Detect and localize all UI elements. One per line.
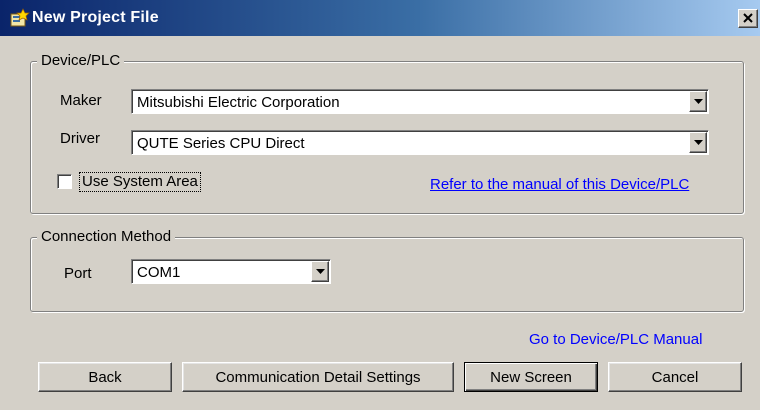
back-button[interactable]: Back <box>38 362 172 392</box>
maker-dropdown-arrow[interactable] <box>689 91 707 112</box>
go-to-manual-link[interactable]: Go to Device/PLC Manual <box>529 331 702 348</box>
port-dropdown-arrow[interactable] <box>311 261 329 282</box>
new-screen-button[interactable]: New Screen <box>464 362 598 392</box>
project-file-icon <box>8 8 30 28</box>
maker-dropdown[interactable]: Mitsubishi Electric Corporation <box>131 89 709 114</box>
use-system-area-label[interactable]: Use System Area <box>79 172 201 192</box>
driver-label: Driver <box>60 130 100 147</box>
close-button[interactable] <box>738 9 758 28</box>
device-plc-legend: Device/PLC <box>37 52 125 69</box>
use-system-area-checkbox[interactable] <box>57 174 72 189</box>
maker-label: Maker <box>60 92 102 109</box>
new-project-file-dialog: New Project File Device/PLC Maker Mitsub… <box>0 0 760 410</box>
driver-dropdown-arrow[interactable] <box>689 132 707 153</box>
device-plc-manual-link[interactable]: Refer to the manual of this Device/PLC <box>430 176 689 193</box>
chevron-down-icon <box>694 140 703 145</box>
chevron-down-icon <box>694 99 703 104</box>
title-bar[interactable]: New Project File <box>0 0 760 36</box>
driver-value: QUTE Series CPU Direct <box>137 135 305 152</box>
port-value: COM1 <box>137 264 181 281</box>
port-dropdown[interactable]: COM1 <box>131 259 331 284</box>
window-title: New Project File <box>32 9 159 26</box>
communication-detail-settings-button[interactable]: Communication Detail Settings <box>182 362 454 392</box>
cancel-button[interactable]: Cancel <box>608 362 742 392</box>
close-icon <box>743 13 753 23</box>
maker-value: Mitsubishi Electric Corporation <box>137 94 340 111</box>
connection-method-legend: Connection Method <box>37 228 176 245</box>
chevron-down-icon <box>316 269 325 274</box>
port-label: Port <box>64 265 92 282</box>
driver-dropdown[interactable]: QUTE Series CPU Direct <box>131 130 709 155</box>
